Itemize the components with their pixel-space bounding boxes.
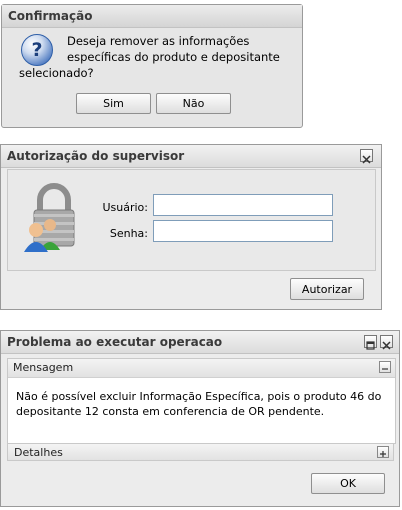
error-title-bar[interactable]: Problema ao executar operacao xyxy=(1,331,399,354)
message-section-title: Mensagem xyxy=(13,361,74,374)
auth-form-panel: Usuário: Senha: xyxy=(7,169,376,271)
expand-icon[interactable] xyxy=(377,446,389,458)
message-section-header[interactable]: Mensagem xyxy=(8,359,395,378)
close-icon[interactable] xyxy=(380,335,393,350)
yes-button[interactable]: Sim xyxy=(76,93,151,114)
confirmation-dialog: Confirmação ? Deseja remover as informaç… xyxy=(1,4,303,128)
ok-button[interactable]: OK xyxy=(311,473,385,494)
auth-title-bar[interactable]: Autorização do supervisor xyxy=(1,145,381,168)
error-message-line2: depositante 12 consta em conferencia de … xyxy=(16,405,325,418)
supervisor-auth-dialog: Autorização do supervisor Usuário: Senha… xyxy=(0,144,382,310)
maximize-icon[interactable] xyxy=(364,335,377,350)
message-section: Mensagem Não é possível excluir Informaç… xyxy=(7,358,396,444)
user-input[interactable] xyxy=(153,194,333,216)
password-input[interactable] xyxy=(153,220,333,242)
authorize-button[interactable]: Autorizar xyxy=(290,278,364,300)
confirmation-message-line1: Deseja remover as informações xyxy=(67,34,250,48)
collapse-icon[interactable] xyxy=(379,361,391,373)
auth-title: Autorização do supervisor xyxy=(7,149,185,163)
confirmation-title: Confirmação xyxy=(8,9,93,23)
confirmation-title-bar[interactable]: Confirmação xyxy=(2,5,302,28)
details-section-title: Detalhes xyxy=(14,446,63,459)
password-label: Senha: xyxy=(109,227,148,240)
error-dialog: Problema ao executar operacao Mensagem N… xyxy=(0,330,400,507)
close-icon[interactable] xyxy=(360,149,373,164)
user-label: Usuário: xyxy=(102,201,148,214)
error-message: Não é possível excluir Informação Especí… xyxy=(8,378,395,419)
confirmation-message-line3: selecionado? xyxy=(19,66,94,80)
error-message-line1: Não é possível excluir Informação Especí… xyxy=(16,390,382,403)
details-section-header[interactable]: Detalhes xyxy=(7,443,394,461)
confirmation-message-line2: específicas do produto e depositante xyxy=(67,50,280,64)
confirmation-message: Deseja remover as informações específica… xyxy=(19,33,299,81)
no-button[interactable]: Não xyxy=(156,93,231,114)
lock-users-icon xyxy=(20,180,80,252)
error-title: Problema ao executar operacao xyxy=(7,335,223,349)
